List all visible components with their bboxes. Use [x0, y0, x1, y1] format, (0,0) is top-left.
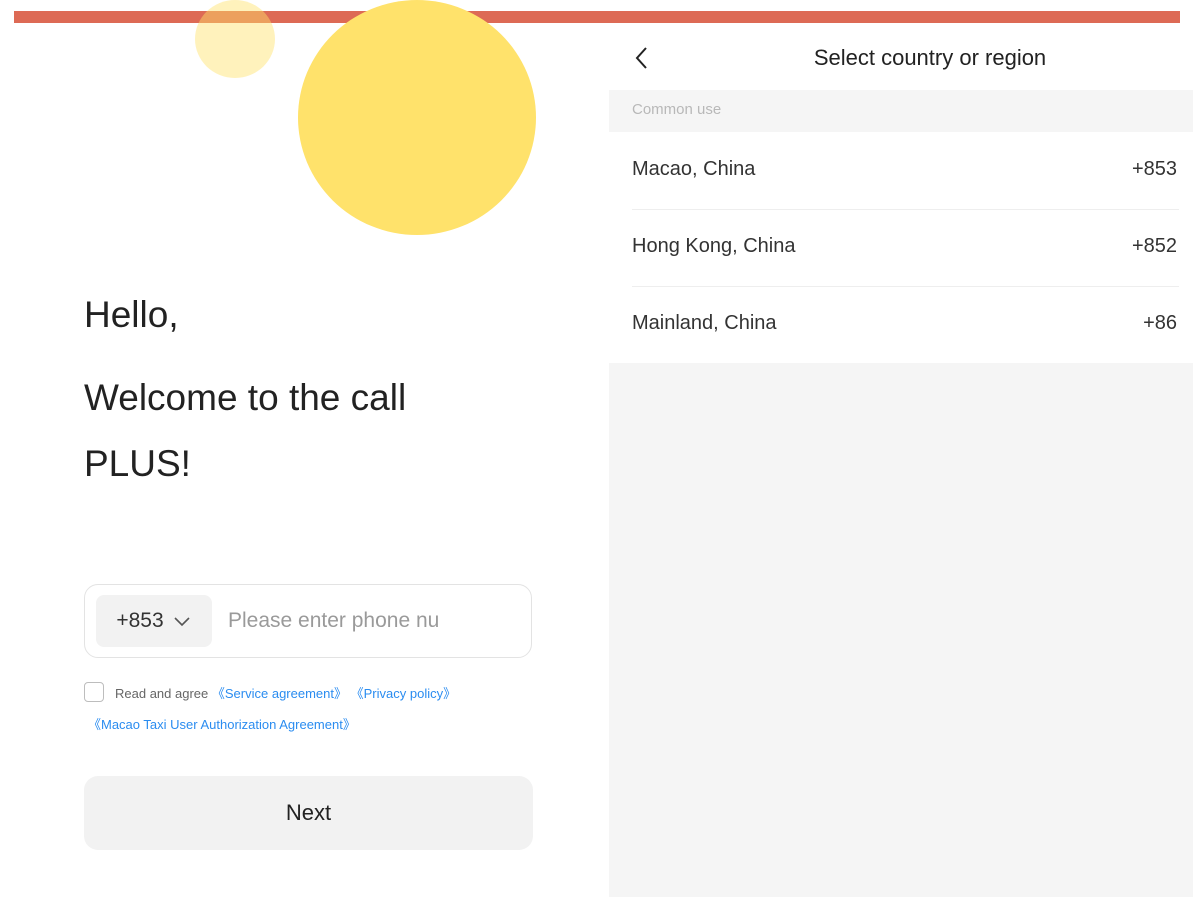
page-title: Select country or region — [813, 45, 1047, 70]
phone-number-input[interactable] — [228, 595, 466, 647]
section-label-common-use: Common use — [632, 101, 722, 118]
country-row-macao[interactable]: Macao, China +853 — [609, 132, 1193, 209]
greeting-welcome: Welcome to the call — [84, 377, 407, 418]
chevron-down-icon — [174, 617, 190, 627]
country-code-value: +853 — [116, 609, 164, 632]
country-name: Mainland, China — [632, 312, 777, 334]
country-name: Macao, China — [632, 158, 756, 180]
country-list: Macao, China +853 Hong Kong, China +852 … — [609, 132, 1193, 363]
top-accent-bar — [14, 11, 1180, 23]
country-name: Hong Kong, China — [632, 235, 796, 257]
country-row-hong-kong[interactable]: Hong Kong, China +852 — [609, 209, 1193, 286]
country-dial-code: +853 — [1131, 158, 1177, 180]
service-agreement-link[interactable]: 《Service agreement》 — [212, 686, 347, 701]
agree-checkbox[interactable] — [84, 682, 104, 702]
phone-input-group: +853 — [84, 584, 532, 658]
decorative-small-circle — [195, 0, 275, 78]
authorization-agreement-link[interactable]: 《Macao Taxi User Authorization Agreement… — [88, 717, 356, 732]
country-row-mainland[interactable]: Mainland, China +86 — [609, 286, 1193, 363]
next-button[interactable]: Next — [84, 776, 533, 850]
country-dial-code: +86 — [1143, 312, 1177, 334]
country-dial-code: +852 — [1131, 235, 1177, 257]
agree-label: Read and agree — [115, 686, 209, 701]
screenshot-canvas: Hello, Welcome to the call PLUS! +853 Re… — [0, 0, 1193, 897]
nav-header: Select country or region — [609, 28, 1193, 90]
region-select-screen: Select country or region Common use Maca… — [609, 28, 1193, 897]
privacy-policy-link[interactable]: 《Privacy policy》 — [351, 686, 456, 701]
decorative-large-circle — [298, 0, 536, 235]
agreement-text-line-2: 《Macao Taxi User Authorization Agreement… — [88, 714, 356, 733]
greeting-app-name: PLUS! — [84, 443, 191, 484]
agreement-text-line: Read and agree 《Service agreement》 《Priv… — [115, 683, 456, 702]
country-code-select[interactable]: +853 — [96, 595, 212, 647]
greeting-hello: Hello, — [84, 294, 179, 335]
